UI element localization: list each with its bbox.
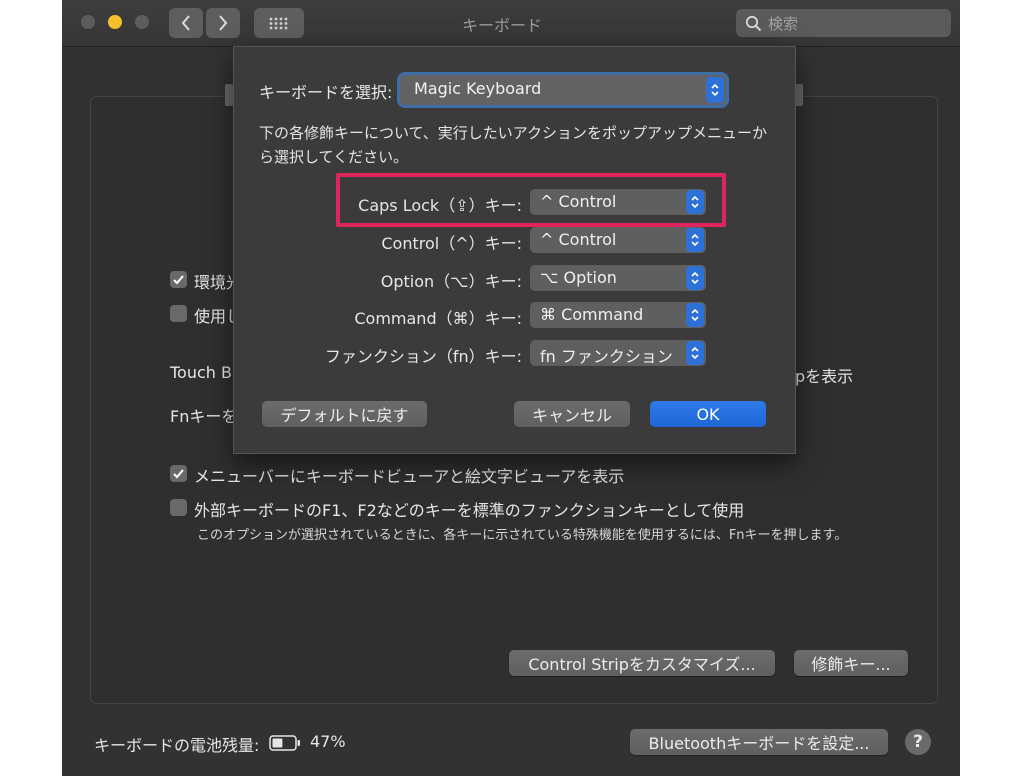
up-down-arrows-icon (686, 303, 704, 327)
control-key-value: ^ Control (540, 230, 617, 249)
keyboard-select[interactable]: Magic Keyboard (400, 75, 726, 105)
up-down-arrows-icon (686, 266, 704, 290)
zoom-window-button[interactable] (135, 15, 149, 29)
grid-icon (269, 17, 288, 30)
fkeys-label: 外部キーボードのF1、F2などのキーを標準のファンクションキーとして使用 (194, 501, 745, 520)
function-key-select[interactable]: fn ファンクション (530, 340, 706, 366)
title-bar: キーボード 検索 (62, 0, 960, 47)
option-key-value: ⌥ Option (540, 268, 617, 287)
restore-defaults-button[interactable]: デフォルトに戻す (262, 401, 427, 427)
chevron-left-icon (181, 15, 190, 31)
chevron-right-icon (219, 15, 228, 31)
up-down-arrows-icon (686, 341, 704, 365)
checkmark-icon (173, 274, 184, 284)
caps-lock-highlight-box (336, 173, 726, 227)
command-key-value: ⌘ Command (540, 305, 644, 324)
close-window-button[interactable] (81, 15, 95, 29)
bluetooth-keyboard-setup-button[interactable]: Bluetoothキーボードを設定... (630, 729, 888, 755)
option-key-select[interactable]: ⌥ Option (530, 265, 706, 291)
window-title: キーボード (462, 16, 543, 35)
up-down-arrows-icon (706, 77, 724, 103)
battery-icon (269, 735, 300, 751)
minimize-window-button[interactable] (108, 15, 122, 29)
command-key-label: Command（⌘）キー: (354, 309, 522, 328)
search-icon (745, 15, 762, 32)
control-key-select[interactable]: ^ Control (530, 227, 706, 253)
usage-checkbox[interactable] (170, 305, 187, 322)
forward-button[interactable] (206, 8, 240, 38)
fkeys-note: このオプションが選択されているときに、各キーに示されている特殊機能を使用するには… (197, 528, 848, 543)
show-viewer-checkbox[interactable] (170, 465, 187, 482)
command-key-select[interactable]: ⌘ Command (530, 302, 706, 328)
ok-button[interactable]: OK (650, 401, 766, 427)
show-viewer-label: メニューバーにキーボードビューアと絵文字ビューアを表示 (194, 467, 625, 486)
control-key-label: Control（^）キー: (381, 234, 522, 253)
customize-control-strip-button[interactable]: Control Stripをカスタマイズ... (509, 650, 775, 676)
function-key-value: fn ファンクション (540, 347, 673, 366)
keyboard-select-label: キーボードを選択: (259, 83, 393, 102)
tab-stub-left[interactable] (225, 84, 233, 106)
show-all-button[interactable] (254, 8, 304, 38)
back-button[interactable] (169, 8, 203, 38)
search-field[interactable]: 検索 (736, 9, 951, 37)
fkeys-checkbox[interactable] (170, 499, 187, 516)
search-placeholder: 検索 (768, 15, 799, 33)
tab-stub-right[interactable] (795, 84, 803, 106)
up-down-arrows-icon (686, 228, 704, 252)
ambient-light-checkbox[interactable] (170, 271, 187, 288)
touch-bar-label: Touch B (170, 363, 232, 382)
modifier-keys-button[interactable]: 修飾キー... (794, 650, 908, 676)
fn-key-label: Fnキーを (170, 407, 238, 426)
option-key-label: Option（⌥）キー: (380, 272, 522, 291)
battery-label: キーボードの電池残量: (94, 736, 260, 755)
sheet-description: 下の各修飾キーについて、実行したいアクションをポップアップメニューから選択してく… (259, 124, 768, 166)
cancel-button[interactable]: キャンセル (514, 401, 630, 427)
battery-percent: 47% (310, 732, 346, 751)
keyboard-select-value: Magic Keyboard (414, 79, 542, 98)
help-button[interactable]: ? (905, 729, 931, 755)
function-key-label: ファンクション（fn）キー: (324, 347, 522, 366)
touch-bar-option-label: pを表示 (795, 367, 854, 386)
modifier-keys-sheet: キーボードを選択: Magic Keyboard 下の各修飾キーについて、実行し… (233, 46, 796, 454)
checkmark-icon (173, 468, 184, 478)
